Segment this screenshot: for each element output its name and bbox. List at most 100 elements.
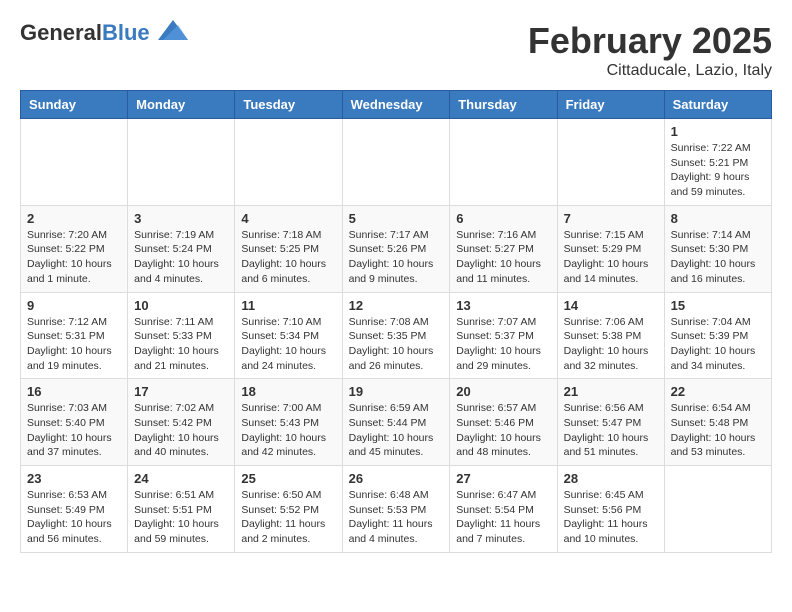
calendar-day-cell: 3 Sunrise: 7:19 AM Sunset: 5:24 PM Daylig… [128,205,235,292]
day-number: 22 [671,384,765,399]
day-number: 9 [27,298,121,313]
day-of-week-header: Monday [128,91,235,119]
day-info: Sunrise: 7:06 AM Sunset: 5:38 PM Dayligh… [564,315,658,374]
calendar-day-cell: 10 Sunrise: 7:11 AM Sunset: 5:33 PM Dayli… [128,292,235,379]
calendar-table: SundayMondayTuesdayWednesdayThursdayFrid… [20,90,772,553]
day-info: Sunrise: 7:17 AM Sunset: 5:26 PM Dayligh… [349,228,444,287]
calendar-day-cell [235,119,342,206]
day-info: Sunrise: 6:54 AM Sunset: 5:48 PM Dayligh… [671,401,765,460]
day-info: Sunrise: 7:15 AM Sunset: 5:29 PM Dayligh… [564,228,658,287]
day-number: 24 [134,471,228,486]
calendar-day-cell: 18Sunrise: 7:00 AM Sunset: 5:43 PM Dayli… [235,379,342,466]
day-info: Sunrise: 6:56 AM Sunset: 5:47 PM Dayligh… [564,401,658,460]
day-info: Sunrise: 7:03 AM Sunset: 5:40 PM Dayligh… [27,401,121,460]
day-info: Sunrise: 6:48 AM Sunset: 5:53 PM Dayligh… [349,488,444,547]
day-info: Sunrise: 6:51 AM Sunset: 5:51 PM Dayligh… [134,488,228,547]
day-number: 19 [349,384,444,399]
day-number: 8 [671,211,765,226]
day-info: Sunrise: 6:50 AM Sunset: 5:52 PM Dayligh… [241,488,335,547]
day-info: Sunrise: 6:47 AM Sunset: 5:54 PM Dayligh… [456,488,550,547]
day-number: 11 [241,298,335,313]
calendar-day-cell: 20Sunrise: 6:57 AM Sunset: 5:46 PM Dayli… [450,379,557,466]
day-number: 15 [671,298,765,313]
calendar-day-cell: 19 Sunrise: 6:59 AM Sunset: 5:44 PM Dayli… [342,379,450,466]
day-number: 12 [349,298,444,313]
calendar-week-row: 2 Sunrise: 7:20 AM Sunset: 5:22 PM Daylig… [21,205,772,292]
day-number: 5 [349,211,444,226]
calendar-day-cell: 4 Sunrise: 7:18 AM Sunset: 5:25 PM Daylig… [235,205,342,292]
logo: GeneralBlue [20,20,188,46]
day-number: 16 [27,384,121,399]
title-block: February 2025 Cittaducale, Lazio, Italy [528,20,772,80]
calendar-day-cell [450,119,557,206]
day-number: 2 [27,211,121,226]
day-info: Sunrise: 7:08 AM Sunset: 5:35 PM Dayligh… [349,315,444,374]
logo-icon [158,20,188,40]
day-info: Sunrise: 7:14 AM Sunset: 5:30 PM Dayligh… [671,228,765,287]
day-info: Sunrise: 7:22 AM Sunset: 5:21 PM Dayligh… [671,141,765,200]
day-info: Sunrise: 7:10 AM Sunset: 5:34 PM Dayligh… [241,315,335,374]
calendar-week-row: 23 Sunrise: 6:53 AM Sunset: 5:49 PM Dayli… [21,466,772,553]
location: Cittaducale, Lazio, Italy [528,62,772,80]
day-of-week-header: Wednesday [342,91,450,119]
day-info: Sunrise: 7:18 AM Sunset: 5:25 PM Dayligh… [241,228,335,287]
calendar-week-row: 1Sunrise: 7:22 AM Sunset: 5:21 PM Daylig… [21,119,772,206]
day-number: 18 [241,384,335,399]
day-number: 10 [134,298,228,313]
day-info: Sunrise: 7:19 AM Sunset: 5:24 PM Dayligh… [134,228,228,287]
day-info: Sunrise: 7:07 AM Sunset: 5:37 PM Dayligh… [456,315,550,374]
page-header: GeneralBlue February 2025 Cittaducale, L… [20,20,772,80]
month-title: February 2025 [528,20,772,62]
day-info: Sunrise: 7:04 AM Sunset: 5:39 PM Dayligh… [671,315,765,374]
day-number: 23 [27,471,121,486]
logo-general: General [20,20,102,45]
calendar-day-cell: 7 Sunrise: 7:15 AM Sunset: 5:29 PM Daylig… [557,205,664,292]
calendar-day-cell [664,466,771,553]
calendar-day-cell [557,119,664,206]
day-of-week-header: Sunday [21,91,128,119]
day-number: 25 [241,471,335,486]
day-info: Sunrise: 6:53 AM Sunset: 5:49 PM Dayligh… [27,488,121,547]
calendar-day-cell: 6Sunrise: 7:16 AM Sunset: 5:27 PM Daylig… [450,205,557,292]
calendar-day-cell: 23 Sunrise: 6:53 AM Sunset: 5:49 PM Dayli… [21,466,128,553]
calendar-day-cell: 25 Sunrise: 6:50 AM Sunset: 5:52 PM Dayli… [235,466,342,553]
calendar-day-cell: 28Sunrise: 6:45 AM Sunset: 5:56 PM Dayli… [557,466,664,553]
logo-text: GeneralBlue [20,20,188,46]
calendar-day-cell: 9Sunrise: 7:12 AM Sunset: 5:31 PM Daylig… [21,292,128,379]
day-number: 20 [456,384,550,399]
day-number: 7 [564,211,658,226]
calendar-day-cell: 5 Sunrise: 7:17 AM Sunset: 5:26 PM Daylig… [342,205,450,292]
day-info: Sunrise: 6:59 AM Sunset: 5:44 PM Dayligh… [349,401,444,460]
calendar-day-cell: 27 Sunrise: 6:47 AM Sunset: 5:54 PM Dayli… [450,466,557,553]
calendar-day-cell: 1Sunrise: 7:22 AM Sunset: 5:21 PM Daylig… [664,119,771,206]
day-of-week-header: Thursday [450,91,557,119]
calendar-day-cell: 14 Sunrise: 7:06 AM Sunset: 5:38 PM Dayli… [557,292,664,379]
calendar-week-row: 9Sunrise: 7:12 AM Sunset: 5:31 PM Daylig… [21,292,772,379]
day-number: 28 [564,471,658,486]
calendar-day-cell: 21 Sunrise: 6:56 AM Sunset: 5:47 PM Dayli… [557,379,664,466]
day-number: 27 [456,471,550,486]
day-number: 17 [134,384,228,399]
day-info: Sunrise: 7:02 AM Sunset: 5:42 PM Dayligh… [134,401,228,460]
calendar-day-cell [128,119,235,206]
day-number: 21 [564,384,658,399]
calendar-day-cell: 16 Sunrise: 7:03 AM Sunset: 5:40 PM Dayli… [21,379,128,466]
calendar-day-cell [21,119,128,206]
day-of-week-header: Saturday [664,91,771,119]
day-info: Sunrise: 7:11 AM Sunset: 5:33 PM Dayligh… [134,315,228,374]
day-number: 14 [564,298,658,313]
day-number: 3 [134,211,228,226]
calendar-day-cell: 11 Sunrise: 7:10 AM Sunset: 5:34 PM Dayli… [235,292,342,379]
calendar-day-cell: 2 Sunrise: 7:20 AM Sunset: 5:22 PM Daylig… [21,205,128,292]
calendar-day-cell: 12 Sunrise: 7:08 AM Sunset: 5:35 PM Dayli… [342,292,450,379]
calendar-day-cell: 17 Sunrise: 7:02 AM Sunset: 5:42 PM Dayli… [128,379,235,466]
day-number: 6 [456,211,550,226]
calendar-day-cell: 8 Sunrise: 7:14 AM Sunset: 5:30 PM Daylig… [664,205,771,292]
day-of-week-header: Friday [557,91,664,119]
logo-blue: Blue [102,20,150,45]
day-of-week-header: Tuesday [235,91,342,119]
day-number: 4 [241,211,335,226]
day-info: Sunrise: 7:20 AM Sunset: 5:22 PM Dayligh… [27,228,121,287]
calendar-week-row: 16 Sunrise: 7:03 AM Sunset: 5:40 PM Dayli… [21,379,772,466]
calendar-day-cell: 22 Sunrise: 6:54 AM Sunset: 5:48 PM Dayli… [664,379,771,466]
